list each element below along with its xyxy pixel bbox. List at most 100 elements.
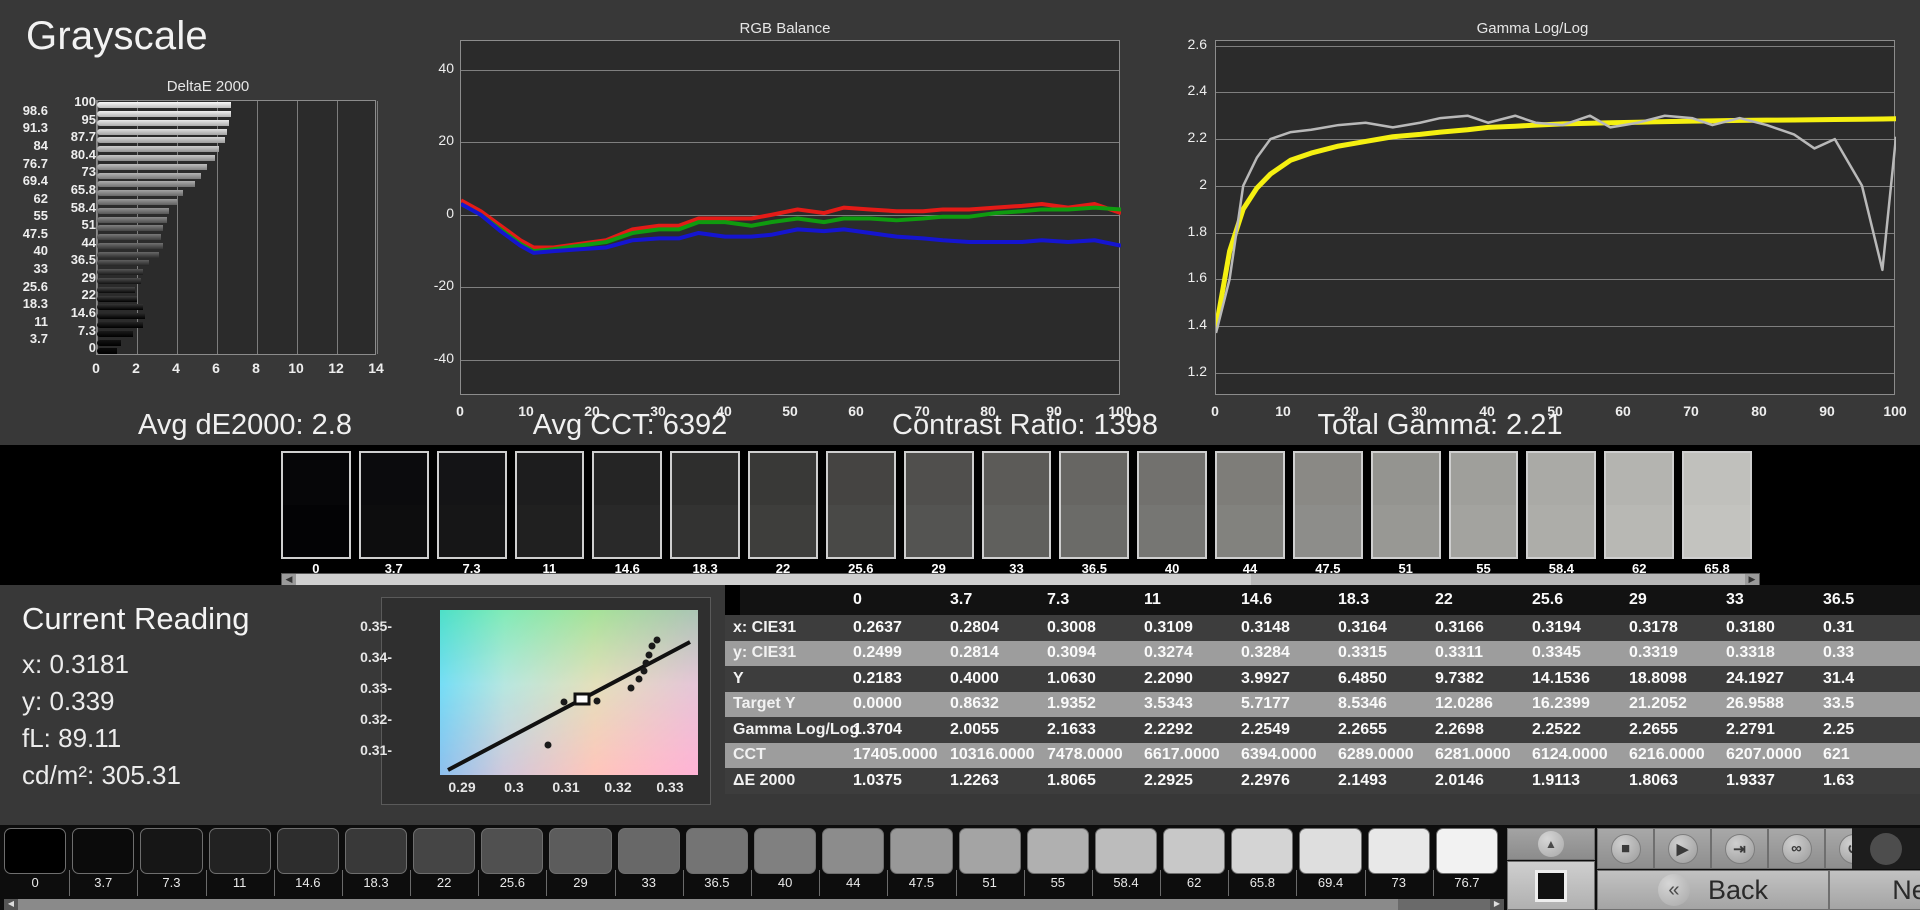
patch-swatch[interactable]: 3.7 [359, 451, 429, 559]
patch-swatch[interactable]: 62 [1604, 451, 1674, 559]
patch-swatch[interactable]: 65.8 [1682, 451, 1752, 559]
table-row[interactable]: Target Y0.00000.86321.93523.53435.71778.… [725, 692, 1920, 718]
toolbar-patch[interactable]: 65.8 [1231, 828, 1293, 894]
table-column-header: 33 [1726, 591, 1823, 609]
table-row[interactable]: y: CIE310.24990.28140.30940.32740.32840.… [725, 641, 1920, 667]
page-title: Grayscale [26, 14, 208, 59]
patch-swatch[interactable]: 55 [1449, 451, 1519, 559]
patch-actual [594, 453, 660, 505]
patch-swatch[interactable]: 44 [1215, 451, 1285, 559]
patch-swatch[interactable]: 18.3 [670, 451, 740, 559]
patch-swatch[interactable]: 14.6 [592, 451, 662, 559]
patch-swatch[interactable]: 51 [1371, 451, 1441, 559]
toolbar-divider [751, 870, 752, 896]
toolbar-patch[interactable]: 22 [413, 828, 475, 894]
continuous-icon: ∞ [1782, 834, 1812, 864]
toolbar-patch-swatch [686, 828, 748, 874]
patch-swatch[interactable]: 40 [1137, 451, 1207, 559]
indicator-button[interactable] [1852, 828, 1920, 869]
table-cell: 6.4850 [1338, 670, 1435, 688]
cie-chromaticity-diagram[interactable]: 0.35-0.34-0.33-0.32-0.31- 0.290.30.310.3… [381, 597, 711, 805]
patch-comparison-strip: Actual Target 03.77.31114.618.32225.6293… [0, 445, 1920, 585]
table-cell: 2.2791 [1726, 721, 1823, 739]
back-button[interactable]: « Back [1597, 870, 1829, 910]
gamma-y-tick: 2.2 [1165, 129, 1207, 145]
toolbar-patch[interactable]: 44 [822, 828, 884, 894]
toolbar-patch[interactable]: 55 [1027, 828, 1089, 894]
patch-swatch[interactable]: 7.3 [437, 451, 507, 559]
toolbar-scroll-left-arrow-icon[interactable]: ◀ [4, 899, 18, 910]
patch-swatch[interactable]: 22 [748, 451, 818, 559]
stop-icon: ■ [1611, 834, 1641, 864]
table-cell: 1.2263 [950, 772, 1047, 790]
patch-swatch-box [1449, 451, 1519, 559]
toolbar-patch[interactable]: 11 [209, 828, 271, 894]
table-row[interactable]: Gamma Log/Log1.37042.00552.16332.22922.2… [725, 717, 1920, 743]
patch-target [906, 505, 972, 557]
table-cell: 8.5346 [1338, 695, 1435, 713]
toolbar-patch[interactable]: 0 [4, 828, 66, 894]
toolbar-scroll-thumb[interactable] [18, 899, 1398, 910]
scroll-thumb[interactable] [296, 574, 1251, 585]
table-row[interactable]: CCT17405.000010316.00007478.00006617.000… [725, 743, 1920, 769]
toolbar-patch-label: 0 [4, 875, 66, 890]
patch-swatch-box [904, 451, 974, 559]
toolbar-patch[interactable]: 7.3 [140, 828, 202, 894]
toolbar-patch[interactable]: 25.6 [481, 828, 543, 894]
collapse-up-button[interactable]: ▲ [1507, 828, 1595, 860]
measurement-data-table[interactable]: 03.77.31114.618.32225.6293336.5x: CIE310… [725, 585, 1920, 825]
cie-y-tick: 0.35- [360, 618, 392, 634]
rgb-y-tick: 40 [420, 60, 454, 76]
toolbar-patch-label: 36.5 [686, 875, 748, 890]
toolbar-patch[interactable]: 76.7 [1436, 828, 1498, 894]
scroll-right-arrow-icon[interactable]: ▶ [1745, 574, 1759, 585]
table-row[interactable]: ΔE 20001.03751.22631.80652.29252.29762.1… [725, 768, 1920, 794]
deltae-bar [97, 102, 231, 108]
toolbar-horizontal-scrollbar[interactable]: ◀ ▶ [4, 899, 1504, 910]
patch-swatch[interactable]: 36.5 [1059, 451, 1129, 559]
measure-button[interactable]: ⇥ [1711, 828, 1768, 869]
next-button[interactable]: Next » [1829, 870, 1920, 910]
stop-button[interactable]: ■ [1597, 828, 1654, 869]
toolbar-patch[interactable]: 40 [754, 828, 816, 894]
patch-swatch-list[interactable]: 03.77.31114.618.32225.6293336.5404447.55… [281, 451, 1760, 561]
table-row-label: Gamma Log/Log [725, 721, 853, 739]
patch-swatch[interactable]: 47.5 [1293, 451, 1363, 559]
patch-swatch[interactable]: 29 [904, 451, 974, 559]
toolbar-patch-label: 33 [618, 875, 680, 890]
toolbar-patch[interactable]: 51 [959, 828, 1021, 894]
toolbar-divider [137, 870, 138, 896]
toolbar-patch[interactable]: 3.7 [72, 828, 134, 894]
toolbar-patch[interactable]: 47.5 [890, 828, 952, 894]
table-cell: 2.1633 [1047, 721, 1144, 739]
cie-y-tick: 0.33- [360, 680, 392, 696]
table-row[interactable]: Y0.21830.40001.06302.20903.99276.48509.7… [725, 666, 1920, 692]
patch-swatch[interactable]: 33 [982, 451, 1052, 559]
table-row[interactable]: x: CIE310.26370.28040.30080.31090.31480.… [725, 615, 1920, 641]
continuous-button[interactable]: ∞ [1768, 828, 1825, 869]
play-button[interactable]: ▶ [1654, 828, 1711, 869]
toolbar-patch[interactable]: 36.5 [686, 828, 748, 894]
toolbar-patch-label: 69.4 [1299, 875, 1361, 890]
reading-y: y: 0.339 [22, 686, 115, 717]
patch-swatch[interactable]: 58.4 [1526, 451, 1596, 559]
toolbar-patch[interactable]: 58.4 [1095, 828, 1157, 894]
target-patch-button[interactable] [1507, 861, 1595, 910]
patch-swatch-box [1215, 451, 1285, 559]
toolbar-patch[interactable]: 33 [618, 828, 680, 894]
patch-target [1451, 505, 1517, 557]
table-cell: 9.7382 [1435, 670, 1532, 688]
gamma-y-tick: 1.2 [1165, 363, 1207, 379]
toolbar-patch[interactable]: 69.4 [1299, 828, 1361, 894]
patch-swatch[interactable]: 0 [281, 451, 351, 559]
toolbar-patch[interactable]: 29 [549, 828, 611, 894]
toolbar-patch[interactable]: 73 [1368, 828, 1430, 894]
toolbar-patch[interactable]: 14.6 [277, 828, 339, 894]
patch-swatch[interactable]: 11 [515, 451, 585, 559]
table-cell: 6207.0000 [1726, 746, 1823, 764]
patch-swatch[interactable]: 25.6 [826, 451, 896, 559]
toolbar-patch[interactable]: 62 [1163, 828, 1225, 894]
toolbar-scroll-right-arrow-icon[interactable]: ▶ [1490, 899, 1504, 910]
toolbar-patch[interactable]: 18.3 [345, 828, 407, 894]
scroll-left-arrow-icon[interactable]: ◀ [282, 574, 296, 585]
